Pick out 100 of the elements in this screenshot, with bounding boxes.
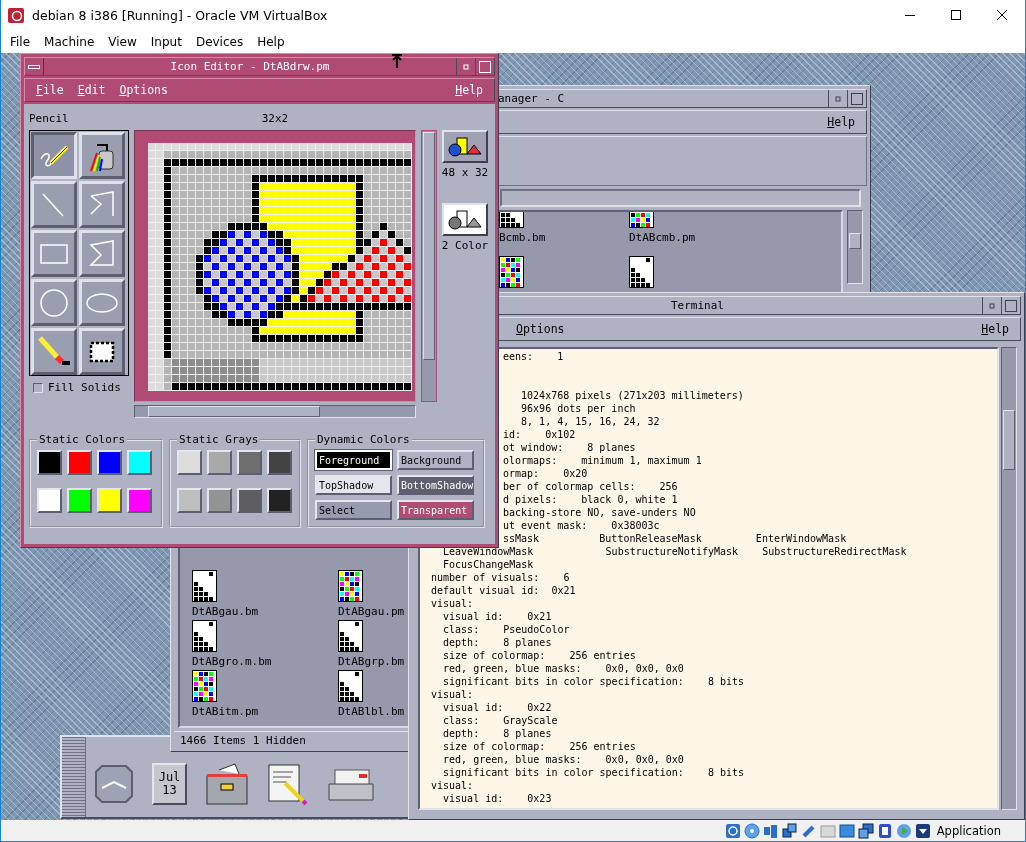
scroll-thumb[interactable] <box>148 406 320 417</box>
group-title: Static Colors <box>38 433 127 446</box>
file-name[interactable]: DtABitm.pm <box>192 705 259 718</box>
scrollbar[interactable] <box>847 210 863 284</box>
scroll-thumb[interactable] <box>423 132 435 360</box>
file-name[interactable]: Bcmb.bm <box>499 231 546 244</box>
calendar-button[interactable]: Jul 13 <box>152 763 187 805</box>
menu-item[interactable]: Help <box>450 82 488 98</box>
color-button[interactable]: TopShadow <box>315 475 392 495</box>
menu-item[interactable]: File <box>3 32 38 51</box>
scrollbar[interactable] <box>1001 347 1017 810</box>
shapes-icon <box>447 208 483 231</box>
color-button[interactable]: Select <box>315 500 392 520</box>
menu-item[interactable]: Help <box>976 321 1014 337</box>
window-menu-icon <box>28 64 40 69</box>
terminal-line: depth: 8 planes <box>442 636 552 649</box>
terminal-line: backing-store NO, save-unders NO <box>503 506 696 519</box>
file-name[interactable]: DtABgrp.bm <box>338 655 405 668</box>
color-swatch[interactable] <box>97 450 122 475</box>
color-swatch[interactable] <box>207 450 232 475</box>
terminal-line: default visual id: 0x21 <box>431 584 576 597</box>
bitmap-icon[interactable] <box>338 670 363 702</box>
menu-item[interactable]: View <box>101 32 144 51</box>
terminal-line: size of colormap: 256 entries <box>442 740 636 753</box>
scroll-thumb[interactable] <box>1003 410 1015 470</box>
bitmap-icon[interactable] <box>338 620 363 652</box>
color-pixmap-icon[interactable] <box>338 570 363 602</box>
terminal-line: class: PseudoColor <box>442 623 570 636</box>
menu-item[interactable]: Input <box>143 32 189 51</box>
maximize-icon <box>851 92 863 105</box>
color-button[interactable]: Foreground <box>315 450 392 470</box>
terminal-line: ber of colormap cells: 256 <box>503 480 678 493</box>
color-swatch[interactable] <box>127 487 152 513</box>
color-swatch[interactable] <box>177 450 202 475</box>
download-icon[interactable] <box>914 822 931 839</box>
color-pixmap-icon[interactable] <box>499 256 524 288</box>
color-swatch[interactable] <box>237 450 262 475</box>
color-swatch[interactable] <box>127 450 152 475</box>
path-field[interactable] <box>500 189 861 207</box>
color-button[interactable]: Transparent <box>397 500 474 520</box>
terminal-line: red, green, blue masks: 0x0, 0x0, 0x0 <box>442 662 684 675</box>
color-swatch[interactable] <box>207 487 232 513</box>
menu-item[interactable]: Options <box>114 82 173 98</box>
maximize-button[interactable] <box>475 58 494 75</box>
scrollbar[interactable] <box>421 130 437 402</box>
window-title: anager - C <box>498 91 565 107</box>
preview-label: 48 x 32 <box>441 166 489 179</box>
mail-tray-icon[interactable] <box>327 766 375 802</box>
file-name[interactable]: DtABgro.m.bm <box>192 655 272 668</box>
terminal-line: visual: <box>431 688 474 701</box>
color-swatch[interactable] <box>267 450 292 475</box>
color-swatch[interactable] <box>177 487 202 513</box>
file-name[interactable]: DtABgau.pm <box>338 605 405 618</box>
bitmap-icon[interactable] <box>192 620 217 652</box>
group-title: Dynamic Colors <box>316 433 411 446</box>
text-editor-icon[interactable] <box>267 763 309 805</box>
icon-preview[interactable] <box>442 203 488 236</box>
file-name[interactable]: DtABgau.bm <box>192 605 259 618</box>
color-swatch[interactable] <box>37 487 62 513</box>
scrollbar[interactable] <box>134 405 416 418</box>
terminal-line: size of colormap: 256 entries <box>442 649 636 662</box>
terminal-line: significant bits in color specification: 8 bits <box>442 675 745 688</box>
icon-preview[interactable] <box>442 130 488 163</box>
optical-disc-icon[interactable] <box>743 822 760 839</box>
menu-item[interactable]: Help <box>250 32 292 51</box>
menu-item[interactable]: File <box>31 82 69 98</box>
terminal-line: 8, 1, 4, 15, 16, 24, 32 <box>520 415 660 428</box>
menu-item[interactable]: Devices <box>188 32 251 51</box>
color-swatch[interactable] <box>67 450 92 475</box>
scroll-thumb[interactable] <box>849 233 861 249</box>
app-logo-icon <box>8 7 24 23</box>
bitmap-icon[interactable] <box>629 256 654 288</box>
network-icon[interactable] <box>781 822 798 839</box>
minimize-icon <box>463 63 469 70</box>
file-name[interactable]: DtABcmb.pm <box>629 231 696 244</box>
color-swatch[interactable] <box>267 487 292 513</box>
color-button[interactable]: Background <box>397 450 474 470</box>
menu-item[interactable]: Edit <box>72 82 111 98</box>
display-icon[interactable] <box>838 822 855 839</box>
checkbox[interactable] <box>33 382 43 393</box>
menu-item[interactable]: Options <box>511 321 570 337</box>
color-swatch[interactable] <box>237 487 262 513</box>
windows-icon[interactable] <box>857 822 874 839</box>
window-title: Icon Editor - DtABdrw.pm <box>170 59 330 75</box>
bitmap-icon[interactable] <box>192 570 217 602</box>
file-drawer-icon[interactable] <box>205 762 249 806</box>
color-swatch[interactable] <box>67 487 92 513</box>
file-name[interactable]: DtABlbl.bm <box>338 705 405 718</box>
terminal-line: visual id: 0x23 <box>442 792 552 805</box>
terminal-line: eens: 1 <box>503 350 564 363</box>
color-button[interactable]: BottomShadow <box>397 475 474 495</box>
menu-item[interactable]: Machine <box>37 32 102 51</box>
color-pixmap-icon[interactable] <box>192 670 217 702</box>
menu-item[interactable]: Help <box>822 114 860 130</box>
color-swatch[interactable] <box>37 450 62 475</box>
clock-icon[interactable] <box>94 764 134 804</box>
color-swatch[interactable] <box>97 487 122 513</box>
window-menu-button[interactable] <box>25 58 44 75</box>
chip-icon[interactable] <box>876 822 893 839</box>
panel-handle[interactable] <box>62 737 86 817</box>
